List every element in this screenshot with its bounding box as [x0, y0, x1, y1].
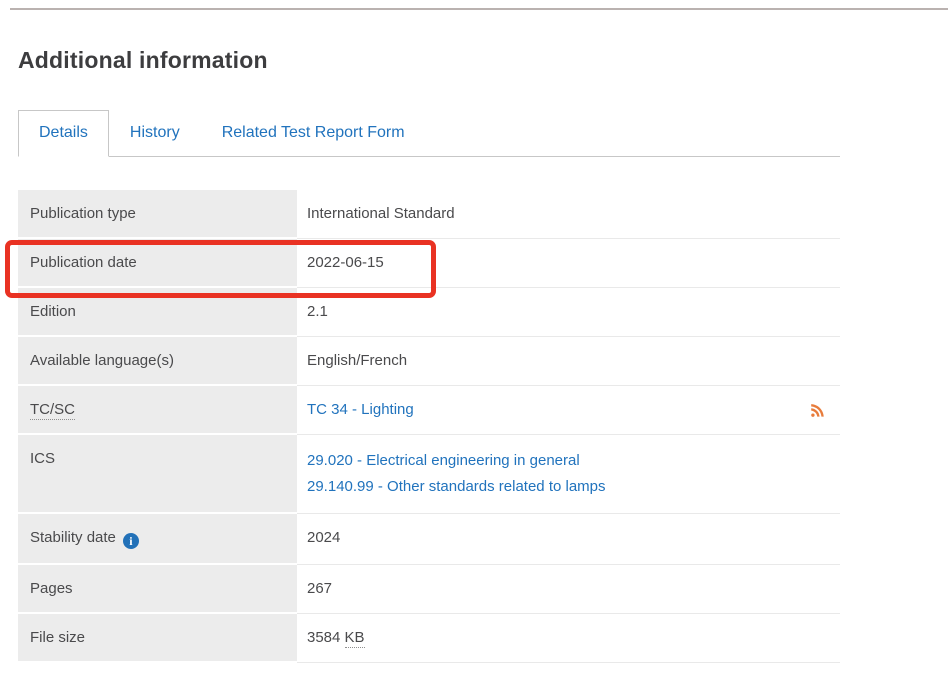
info-icon[interactable]: i — [123, 533, 139, 549]
ics-link-2[interactable]: 29.140.99 - Other standards related to l… — [307, 474, 830, 500]
row-value: 2024 — [297, 514, 840, 565]
table-row-file-size: File size 3584 KB — [18, 614, 840, 663]
table-row-ics: ICS 29.020 - Electrical engineering in g… — [18, 435, 840, 514]
row-label: File size — [18, 614, 297, 663]
row-label: Publication type — [18, 190, 297, 239]
ics-link-1[interactable]: 29.020 - Electrical engineering in gener… — [307, 448, 830, 474]
row-value: 267 — [297, 565, 840, 614]
row-value: English/French — [297, 337, 840, 386]
row-label: Edition — [18, 288, 297, 337]
abbr-kb: KB — [345, 629, 365, 648]
row-label: Available language(s) — [18, 337, 297, 386]
table-row-tcsc: TC/SC TC 34 - Lighting — [18, 386, 840, 435]
table-row-stability-date: Stability date i 2024 — [18, 514, 840, 565]
rss-feed-link[interactable] — [810, 402, 827, 419]
row-value: 2022-06-15 — [297, 239, 840, 288]
abbr-tcsc: TC/SC — [30, 401, 75, 420]
table-row-edition: Edition 2.1 — [18, 288, 840, 337]
table-row-pages: Pages 267 — [18, 565, 840, 614]
table-row-publication-date: Publication date 2022-06-15 — [18, 239, 840, 288]
rss-icon — [810, 402, 827, 419]
row-value: TC 34 - Lighting — [297, 386, 840, 435]
row-label: ICS — [18, 435, 297, 514]
tabs: Details History Related Test Report Form — [18, 110, 840, 157]
row-label: Pages — [18, 565, 297, 614]
row-label: Publication date — [18, 239, 297, 288]
row-value: 29.020 - Electrical engineering in gener… — [297, 435, 840, 514]
row-label-text: Stability date — [30, 529, 116, 546]
row-value: International Standard — [297, 190, 840, 239]
tc-committee-link[interactable]: TC 34 - Lighting — [307, 401, 414, 419]
tab-details[interactable]: Details — [18, 110, 109, 157]
row-value: 2.1 — [297, 288, 840, 337]
row-value: 3584 KB — [297, 614, 840, 663]
table-row-languages: Available language(s) English/French — [18, 337, 840, 386]
page-title: Additional information — [18, 47, 840, 74]
additional-information-section: Additional information Details History R… — [18, 0, 840, 663]
tab-related-test-report-form[interactable]: Related Test Report Form — [201, 110, 426, 156]
details-table: Publication type International Standard … — [18, 190, 840, 663]
tab-history[interactable]: History — [109, 110, 201, 156]
file-size-value: 3584 — [307, 629, 340, 646]
row-label: Stability date i — [18, 514, 297, 565]
row-label: TC/SC — [18, 386, 297, 435]
table-row-publication-type: Publication type International Standard — [18, 190, 840, 239]
